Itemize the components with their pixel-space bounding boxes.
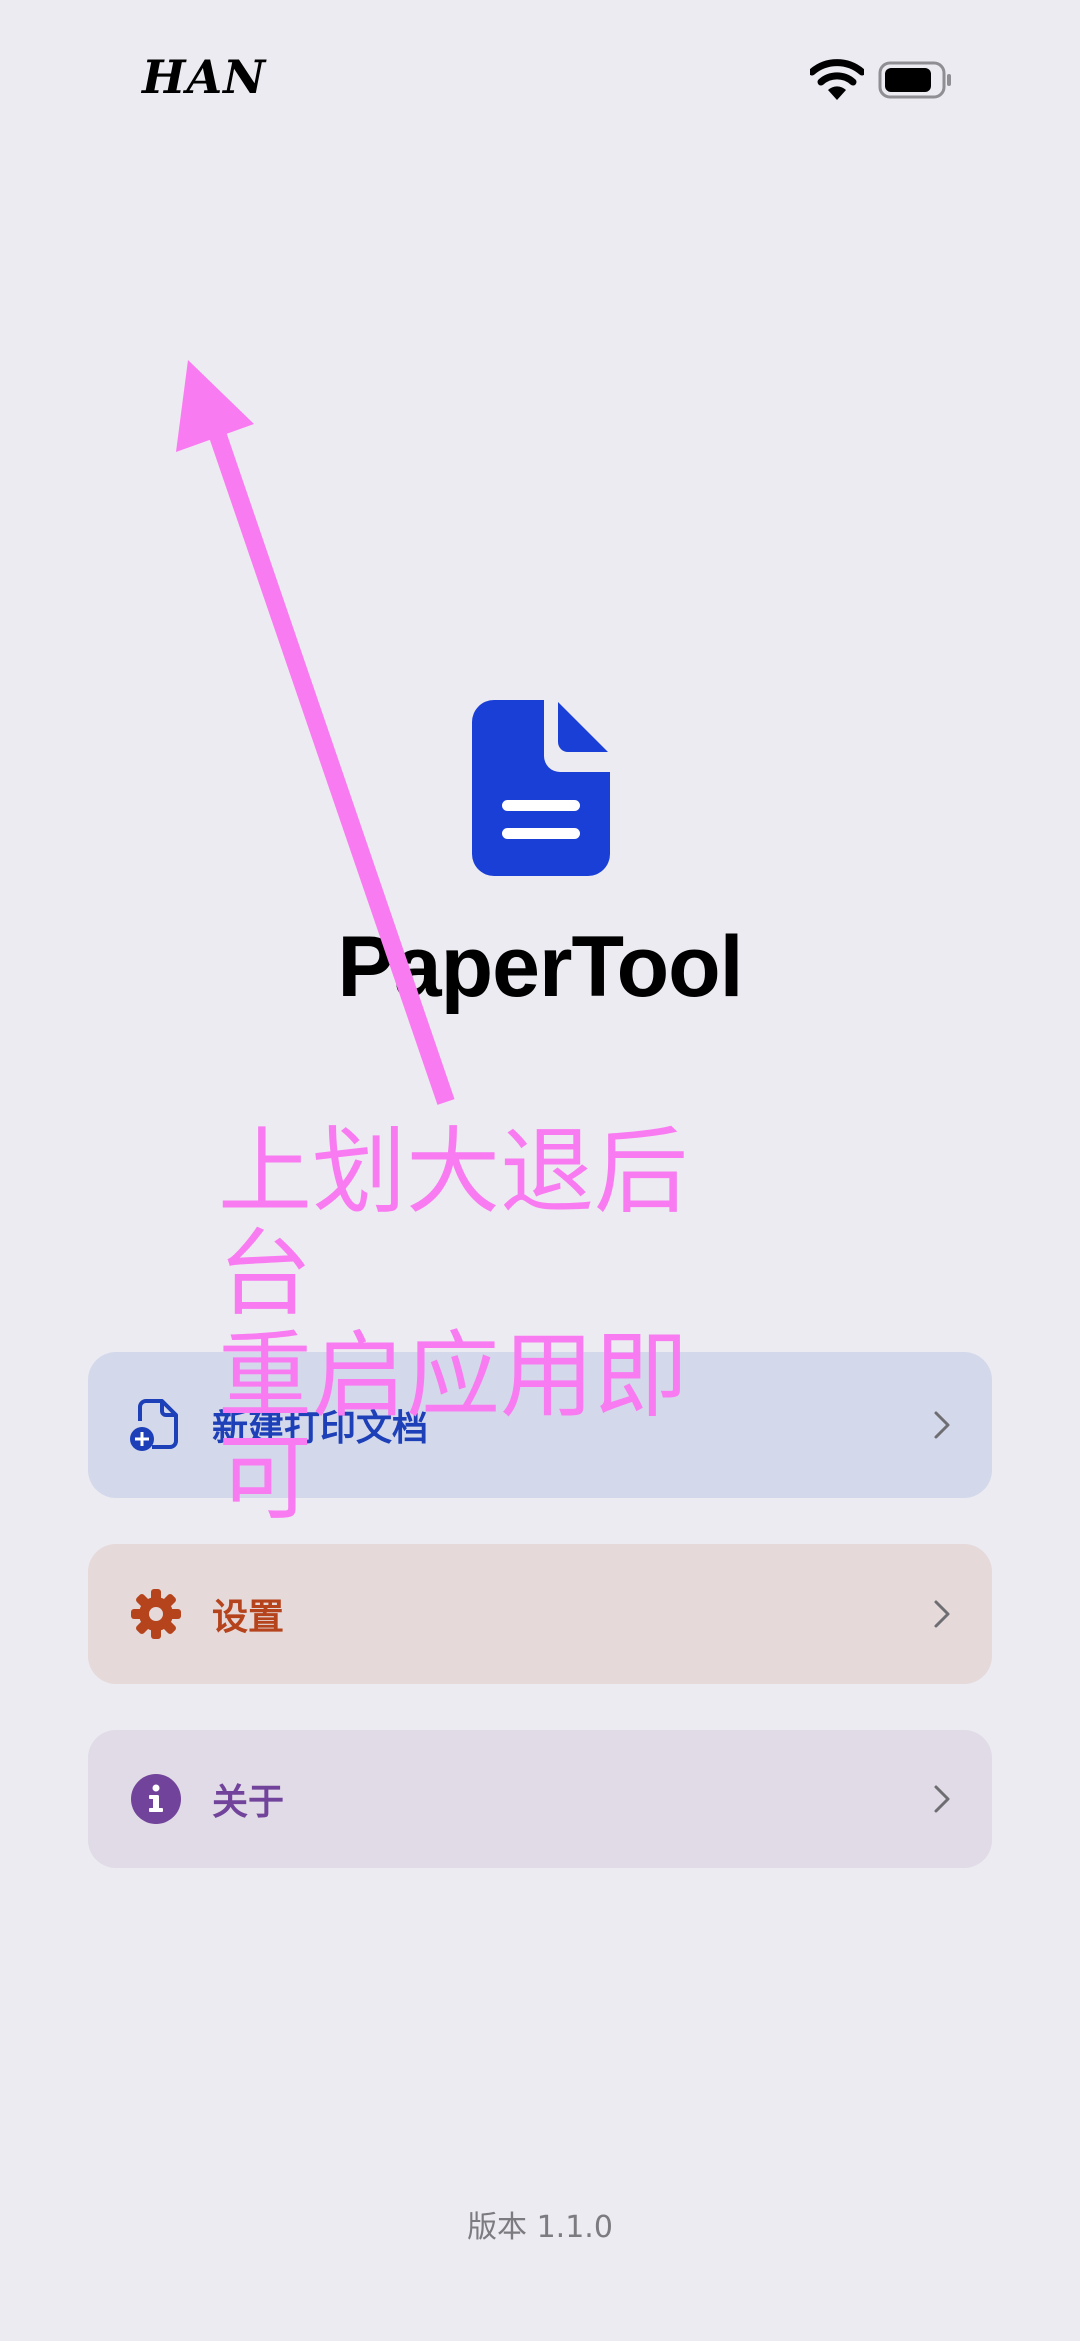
about-label: 关于 [212, 1782, 285, 1823]
chevron-right-icon [934, 1600, 950, 1628]
document-icon [472, 700, 610, 876]
wifi-icon [810, 59, 864, 100]
chevron-right-icon [934, 1411, 950, 1439]
new-document-icon [130, 1399, 178, 1451]
settings-label: 设置 [212, 1597, 285, 1638]
annotation-line-1: 上划大退后台 [218, 1118, 689, 1329]
annotation-line-2: 重启应用即可 [218, 1322, 689, 1533]
annotation-text: 上划大退后台 重启应用即可 [218, 1122, 778, 1530]
version-label: 版本 1.1.0 [467, 2210, 613, 2245]
chevron-right-icon [934, 1785, 950, 1813]
settings-button[interactable]: 设置 [88, 1544, 992, 1684]
carrier-label: HAN [142, 50, 267, 104]
info-icon [131, 1774, 181, 1824]
battery-icon [878, 61, 951, 99]
app-title: PaperTool [337, 919, 743, 1015]
gear-icon [131, 1589, 181, 1639]
about-button[interactable]: 关于 [88, 1730, 992, 1868]
